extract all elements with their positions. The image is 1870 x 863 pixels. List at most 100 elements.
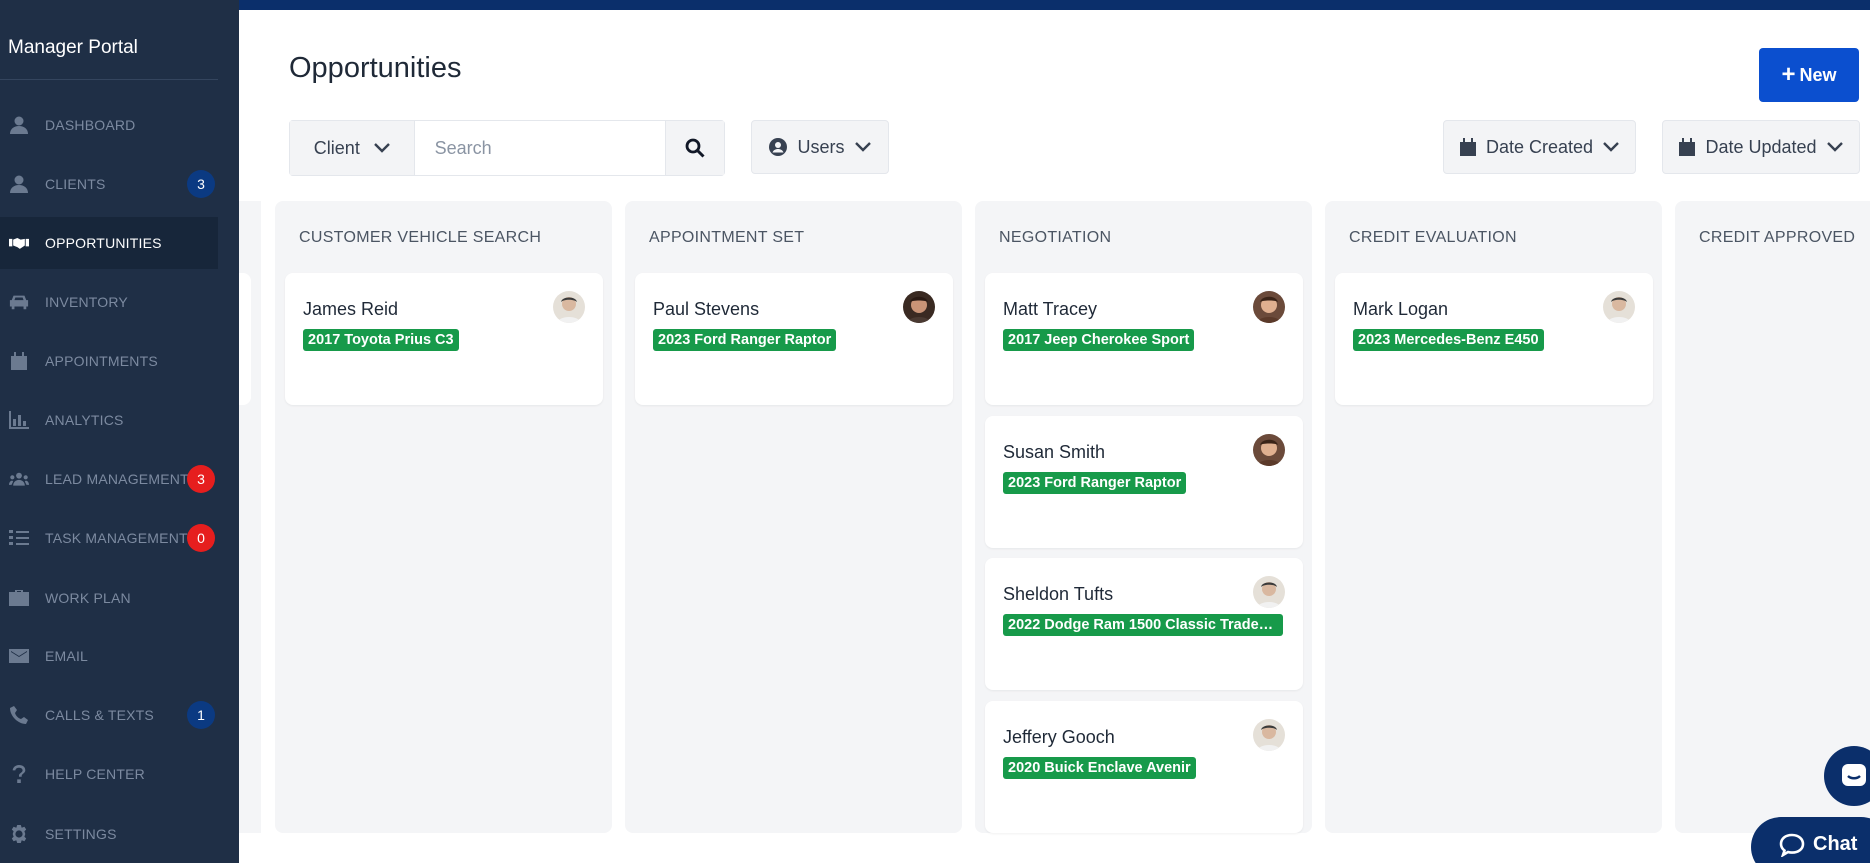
column-title: APPOINTMENT SET [649, 229, 805, 246]
sidebar-item-label: EMAIL [45, 648, 89, 664]
sidebar-item-inventory[interactable]: INVENTORY [0, 276, 218, 328]
car-icon [7, 292, 31, 312]
clients-count-badge: 3 [187, 170, 215, 198]
search-icon [685, 138, 705, 158]
board-column-appointment-set: APPOINTMENT SET Paul Stevens 2023 Ford R… [625, 201, 962, 833]
task-list-icon [7, 528, 31, 548]
sidebar-item-calls-texts[interactable]: CALLS & TEXTS [0, 689, 218, 741]
vehicle-tag: 2023 Ford Ranger Raptor [1003, 472, 1187, 494]
vehicle-tag: 2017 Jeep Cherokee Sport [1003, 329, 1195, 351]
opportunity-card-partial[interactable] [239, 273, 251, 405]
sidebar-item-settings[interactable]: SETTINGS [0, 808, 218, 860]
sidebar-item-label: SETTINGS [45, 826, 117, 842]
sidebar-item-label: OPPORTUNITIES [45, 235, 162, 251]
date-updated-filter-dropdown[interactable]: Date Updated [1662, 120, 1860, 174]
sidebar-item-lead-management[interactable]: LEAD MANAGEMENT [0, 453, 218, 505]
sidebar-item-work-plan[interactable]: WORK PLAN [0, 572, 218, 624]
sidebar-item-label: WORK PLAN [45, 590, 131, 606]
sidebar-item-task-management[interactable]: TASK MANAGEMENT [0, 512, 218, 564]
sidebar-item-appointments[interactable]: APPOINTMENTS [0, 335, 218, 387]
client-filter-label: Client [313, 137, 360, 158]
sidebar-item-label: CLIENTS [45, 176, 106, 192]
sidebar-item-label: DASHBOARD [45, 117, 136, 133]
date-updated-label: Date Updated [1705, 136, 1817, 157]
chevron-down-icon [1603, 142, 1619, 152]
chat-button[interactable]: Chat [1751, 817, 1870, 863]
opportunity-card[interactable]: Matt Tracey 2017 Jeep Cherokee Sport [985, 273, 1303, 405]
user-icon [7, 115, 31, 135]
avatar [1253, 576, 1285, 608]
users-icon [7, 469, 31, 489]
opportunity-card[interactable]: Jeffery Gooch 2020 Buick Enclave Avenir [985, 701, 1303, 833]
lead-management-count-badge: 3 [187, 465, 215, 493]
page-title: Opportunities [289, 52, 462, 84]
search-input[interactable] [414, 121, 665, 175]
sidebar-item-email[interactable]: EMAIL [0, 630, 218, 682]
task-management-count-badge: 0 [187, 524, 215, 552]
opportunity-card[interactable]: Paul Stevens 2023 Ford Ranger Raptor [635, 273, 953, 405]
client-name: Mark Logan [1353, 299, 1449, 319]
date-created-filter-dropdown[interactable]: Date Created [1443, 120, 1636, 174]
board-column-credit-evaluation: CREDIT EVALUATION Mark Logan 2023 Merced… [1325, 201, 1662, 833]
user-icon [7, 174, 31, 194]
calls-texts-count-badge: 1 [187, 701, 215, 729]
sidebar-item-dashboard[interactable]: DASHBOARD [0, 99, 218, 151]
client-name: Jeffery Gooch [1003, 727, 1115, 747]
sidebar-item-label: HELP CENTER [45, 766, 145, 782]
opportunity-card[interactable]: Mark Logan 2023 Mercedes-Benz E450 [1335, 273, 1653, 405]
sidebar-item-label: ANALYTICS [45, 412, 124, 428]
column-title: CREDIT EVALUATION [1349, 229, 1517, 246]
gear-icon [7, 824, 31, 844]
sidebar-item-label: CALLS & TEXTS [45, 707, 154, 723]
vehicle-tag: 2023 Ford Ranger Raptor [653, 329, 837, 351]
calendar-icon [7, 351, 31, 371]
vehicle-tag: 2020 Buick Enclave Avenir [1003, 757, 1196, 779]
column-title: CREDIT APPROVED [1699, 229, 1856, 246]
vehicle-tag: 2022 Dodge Ram 1500 Classic Tradesman [1003, 614, 1283, 636]
client-search-group: Client [289, 120, 725, 176]
handshake-icon [7, 233, 31, 253]
sidebar-item-label: APPOINTMENTS [45, 353, 158, 369]
users-filter-label: Users [797, 136, 845, 157]
chat-window-icon [1842, 764, 1866, 786]
column-title: CUSTOMER VEHICLE SEARCH [299, 229, 542, 246]
opportunity-card[interactable]: Susan Smith 2023 Ford Ranger Raptor [985, 416, 1303, 548]
sidebar-item-opportunities[interactable]: OPPORTUNITIES [0, 217, 218, 269]
chat-bubble-icon [1779, 833, 1805, 857]
new-button-label: New [1799, 64, 1837, 85]
opportunity-card[interactable]: Sheldon Tufts 2022 Dodge Ram 1500 Classi… [985, 558, 1303, 690]
bar-chart-icon [7, 410, 31, 430]
envelope-icon [7, 646, 31, 666]
avatar [1603, 291, 1635, 323]
client-name: James Reid [303, 299, 399, 319]
top-bar [0, 0, 1870, 10]
new-opportunity-button[interactable]: + New [1759, 48, 1859, 102]
user-circle-icon [769, 138, 788, 156]
sidebar-item-label: LEAD MANAGEMENT [45, 471, 189, 487]
vehicle-tag: 2023 Mercedes-Benz E450 [1353, 329, 1544, 351]
avatar [1253, 434, 1285, 466]
board-column-negotiation: NEGOTIATION Matt Tracey 2017 Jeep Cherok… [975, 201, 1312, 833]
avatar [553, 291, 585, 323]
vehicle-tag: 2017 Toyota Prius C3 [303, 329, 459, 351]
chevron-down-icon [854, 142, 871, 152]
sidebar-item-clients[interactable]: CLIENTS [0, 158, 218, 210]
calendar-icon [1459, 138, 1476, 156]
sidebar-item-help-center[interactable]: HELP CENTER [0, 748, 218, 800]
sidebar-item-label: TASK MANAGEMENT [45, 530, 188, 546]
avatar [1253, 719, 1285, 751]
search-button[interactable] [664, 121, 724, 175]
phone-icon [7, 705, 31, 725]
client-name: Paul Stevens [653, 299, 760, 319]
column-title: NEGOTIATION [999, 229, 1112, 246]
avatar [903, 291, 935, 323]
question-icon [7, 764, 31, 784]
client-filter-dropdown[interactable]: Client [290, 121, 415, 175]
plus-icon: + [1781, 61, 1796, 88]
users-filter-dropdown[interactable]: Users [751, 120, 889, 174]
sidebar-item-analytics[interactable]: ANALYTICS [0, 394, 218, 446]
avatar [1253, 291, 1285, 323]
opportunity-card[interactable]: James Reid 2017 Toyota Prius C3 [285, 273, 603, 405]
date-created-label: Date Created [1485, 136, 1594, 157]
app-title: Manager Portal [0, 24, 218, 80]
